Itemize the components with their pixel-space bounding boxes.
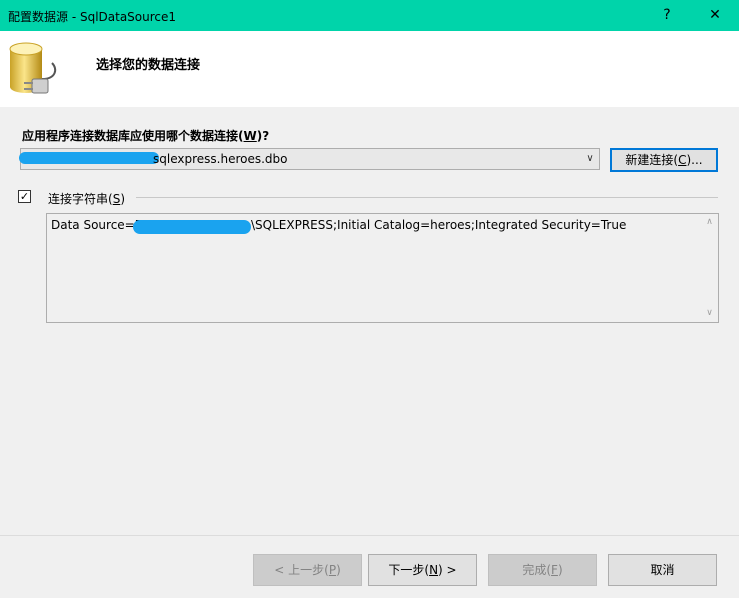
scroll-down-icon[interactable]: ∨ [701, 305, 718, 322]
footer-divider [0, 535, 739, 536]
connection-string-prefix: Data Source=D [51, 218, 144, 232]
close-button[interactable]: ✕ [692, 0, 738, 31]
redaction-mark [133, 220, 251, 234]
cancel-button[interactable]: 取消 [608, 554, 717, 586]
finish-button[interactable]: 完成(F) [488, 554, 597, 586]
connection-question-label: 应用程序连接数据库应使用哪个数据连接(W)? [22, 129, 270, 143]
page-title: 选择您的数据连接 [96, 58, 201, 73]
connection-string-checkbox[interactable]: ✓ [18, 190, 31, 203]
connection-string-textbox[interactable]: Data Source=D \SQLEXPRESS;Initial Catalo… [46, 213, 719, 323]
new-connection-button[interactable]: 新建连接(C)... [610, 148, 718, 172]
redaction-mark [19, 152, 159, 164]
connection-string-suffix: \SQLEXPRESS;Initial Catalog=heroes;Integ… [251, 218, 627, 232]
database-plug-icon [9, 42, 57, 94]
vertical-scrollbar[interactable]: ∧ ∨ [701, 214, 718, 322]
window-title: 配置数据源 - SqlDataSource1 [8, 10, 177, 24]
connection-selected-value: sqlexpress.heroes.dbo [153, 152, 288, 166]
chevron-down-icon[interactable]: ∨ [581, 149, 599, 169]
wizard-header: 选择您的数据连接 [0, 31, 739, 107]
next-button[interactable]: 下一步(N) > [368, 554, 477, 586]
title-bar: 配置数据源 - SqlDataSource1 ? ✕ [0, 0, 739, 31]
connection-string-label: 连接字符串(S) [48, 192, 125, 206]
divider [136, 197, 718, 198]
back-button[interactable]: < 上一步(P) [253, 554, 362, 586]
connection-dropdown[interactable]: sqlexpress.heroes.dbo ∨ [19, 148, 600, 170]
help-button[interactable]: ? [644, 0, 690, 31]
scroll-up-icon[interactable]: ∧ [701, 214, 718, 231]
